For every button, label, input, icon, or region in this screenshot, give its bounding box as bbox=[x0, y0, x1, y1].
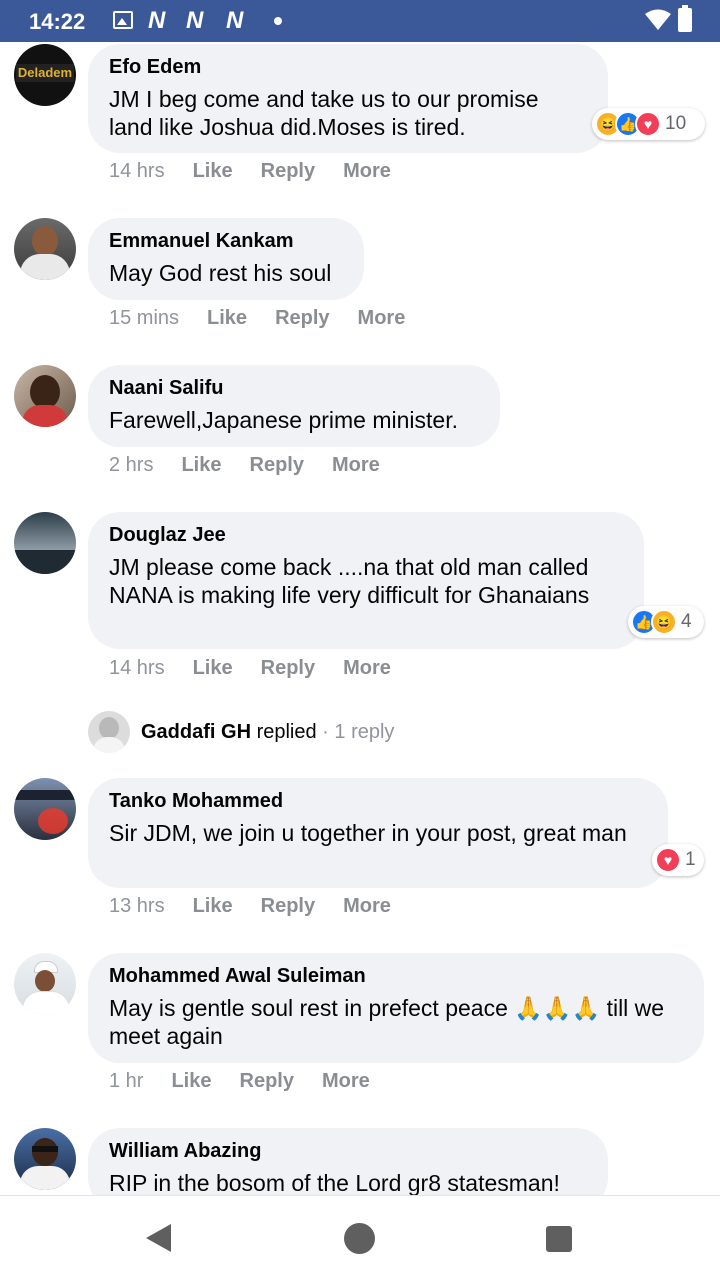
back-icon[interactable] bbox=[146, 1224, 171, 1252]
love-reaction-icon: ♥ bbox=[655, 847, 681, 873]
reaction-count: 4 bbox=[681, 611, 692, 632]
commenter-name[interactable]: William Abazing bbox=[109, 1139, 588, 1163]
comment-actions: 14 hrs Like Reply More bbox=[109, 657, 419, 680]
comment-time: 15 mins bbox=[109, 307, 180, 329]
comment-text: Sir JDM, we join u together in your post… bbox=[109, 820, 627, 846]
reaction-summary[interactable]: 😆 👍 ♥ 10 bbox=[592, 108, 705, 140]
comment-bubble[interactable]: Efo Edem JM I beg come and take us to ou… bbox=[88, 44, 608, 153]
avatar[interactable] bbox=[14, 778, 76, 840]
reaction-summary[interactable]: ♥ 1 bbox=[652, 844, 704, 876]
system-nav-bar bbox=[0, 1195, 720, 1281]
comment-bubble[interactable]: Douglaz Jee JM please come back ....na t… bbox=[88, 512, 644, 649]
comment-actions: 14 hrs Like Reply More bbox=[109, 160, 419, 183]
avatar[interactable] bbox=[14, 512, 76, 574]
comment-text: May God rest his soul bbox=[109, 260, 332, 286]
reply-button[interactable]: Reply bbox=[275, 307, 329, 330]
comment-time: 13 hrs bbox=[109, 895, 165, 917]
like-button[interactable]: Like bbox=[181, 454, 221, 477]
comment-time: 14 hrs bbox=[109, 160, 165, 182]
comment-time: 1 hr bbox=[109, 1070, 144, 1092]
comment-text: JM I beg come and take us to our promise… bbox=[109, 86, 539, 140]
replier-name: Gaddafi GH bbox=[141, 721, 252, 743]
reply-button[interactable]: Reply bbox=[261, 160, 315, 183]
haha-reaction-icon: 😆 bbox=[651, 609, 677, 635]
like-button[interactable]: Like bbox=[193, 657, 233, 680]
more-button[interactable]: More bbox=[358, 307, 406, 330]
avatar-logo-text: Deladem bbox=[16, 64, 74, 82]
avatar[interactable] bbox=[14, 218, 76, 280]
replies-summary[interactable]: Gaddafi GH replied · 1 reply bbox=[141, 721, 394, 744]
comment-bubble[interactable]: Emmanuel Kankam May God rest his soul bbox=[88, 218, 364, 300]
commenter-name[interactable]: Naani Salifu bbox=[109, 376, 480, 400]
avatar[interactable] bbox=[14, 365, 76, 427]
reaction-count: 1 bbox=[685, 849, 696, 870]
more-notifications-dot bbox=[274, 17, 282, 25]
reply-button[interactable]: Reply bbox=[240, 1070, 294, 1093]
more-button[interactable]: More bbox=[343, 895, 391, 918]
commenter-name[interactable]: Emmanuel Kankam bbox=[109, 229, 344, 253]
commenter-name[interactable]: Tanko Mohammed bbox=[109, 789, 648, 813]
comment-actions: 13 hrs Like Reply More bbox=[109, 895, 419, 918]
like-button[interactable]: Like bbox=[171, 1070, 211, 1093]
comment-bubble[interactable]: Tanko Mohammed Sir JDM, we join u togeth… bbox=[88, 778, 668, 888]
notification-icon: N bbox=[226, 7, 243, 34]
comment-text: RIP in the bosom of the Lord gr8 statesm… bbox=[109, 1170, 560, 1195]
battery-icon bbox=[678, 5, 692, 32]
reply-count: · 1 reply bbox=[316, 721, 395, 743]
status-bar: 14:22 N N N bbox=[0, 0, 720, 42]
wifi-icon bbox=[645, 9, 671, 30]
more-button[interactable]: More bbox=[343, 657, 391, 680]
replied-verb: replied bbox=[256, 721, 317, 743]
comment-actions: 2 hrs Like Reply More bbox=[109, 454, 408, 477]
more-button[interactable]: More bbox=[322, 1070, 370, 1093]
love-reaction-icon: ♥ bbox=[635, 111, 661, 137]
reply-button[interactable]: Reply bbox=[250, 454, 304, 477]
comment-text: Farewell,Japanese prime minister. bbox=[109, 407, 458, 433]
more-button[interactable]: More bbox=[343, 160, 391, 183]
home-icon[interactable] bbox=[344, 1223, 375, 1254]
comment-bubble[interactable]: William Abazing RIP in the bosom of the … bbox=[88, 1128, 608, 1195]
comment-text: May is gentle soul rest in prefect peace… bbox=[109, 995, 665, 1049]
avatar[interactable] bbox=[14, 953, 76, 1015]
reaction-summary[interactable]: 👍 😆 4 bbox=[628, 606, 704, 638]
view-replies-link[interactable]: Gaddafi GH replied · 1 reply bbox=[88, 711, 688, 755]
like-button[interactable]: Like bbox=[193, 160, 233, 183]
like-button[interactable]: Like bbox=[207, 307, 247, 330]
comment-bubble[interactable]: Naani Salifu Farewell,Japanese prime min… bbox=[88, 365, 500, 447]
commenter-name[interactable]: Efo Edem bbox=[109, 55, 588, 79]
comment-time: 14 hrs bbox=[109, 657, 165, 679]
image-icon bbox=[113, 11, 133, 29]
commenter-name[interactable]: Douglaz Jee bbox=[109, 523, 624, 547]
notification-icon: N bbox=[186, 7, 203, 34]
more-button[interactable]: More bbox=[332, 454, 380, 477]
comment-text: JM please come back ....na that old man … bbox=[109, 554, 590, 608]
comment-actions: 1 hr Like Reply More bbox=[109, 1070, 398, 1093]
notification-icon: N bbox=[148, 7, 165, 34]
like-button[interactable]: Like bbox=[193, 895, 233, 918]
comment-bubble[interactable]: Mohammed Awal Suleiman May is gentle sou… bbox=[88, 953, 704, 1063]
avatar[interactable] bbox=[14, 1128, 76, 1190]
comments-list[interactable]: Deladem Efo Edem JM I beg come and take … bbox=[0, 42, 720, 1195]
comment-time: 2 hrs bbox=[109, 454, 154, 476]
reply-button[interactable]: Reply bbox=[261, 895, 315, 918]
comment-actions: 15 mins Like Reply More bbox=[109, 307, 433, 330]
commenter-name[interactable]: Mohammed Awal Suleiman bbox=[109, 964, 684, 988]
reply-button[interactable]: Reply bbox=[261, 657, 315, 680]
reaction-count: 10 bbox=[665, 113, 687, 134]
avatar[interactable]: Deladem bbox=[14, 44, 76, 106]
status-time: 14:22 bbox=[29, 9, 86, 34]
avatar bbox=[88, 711, 130, 753]
recent-apps-icon[interactable] bbox=[546, 1226, 572, 1252]
